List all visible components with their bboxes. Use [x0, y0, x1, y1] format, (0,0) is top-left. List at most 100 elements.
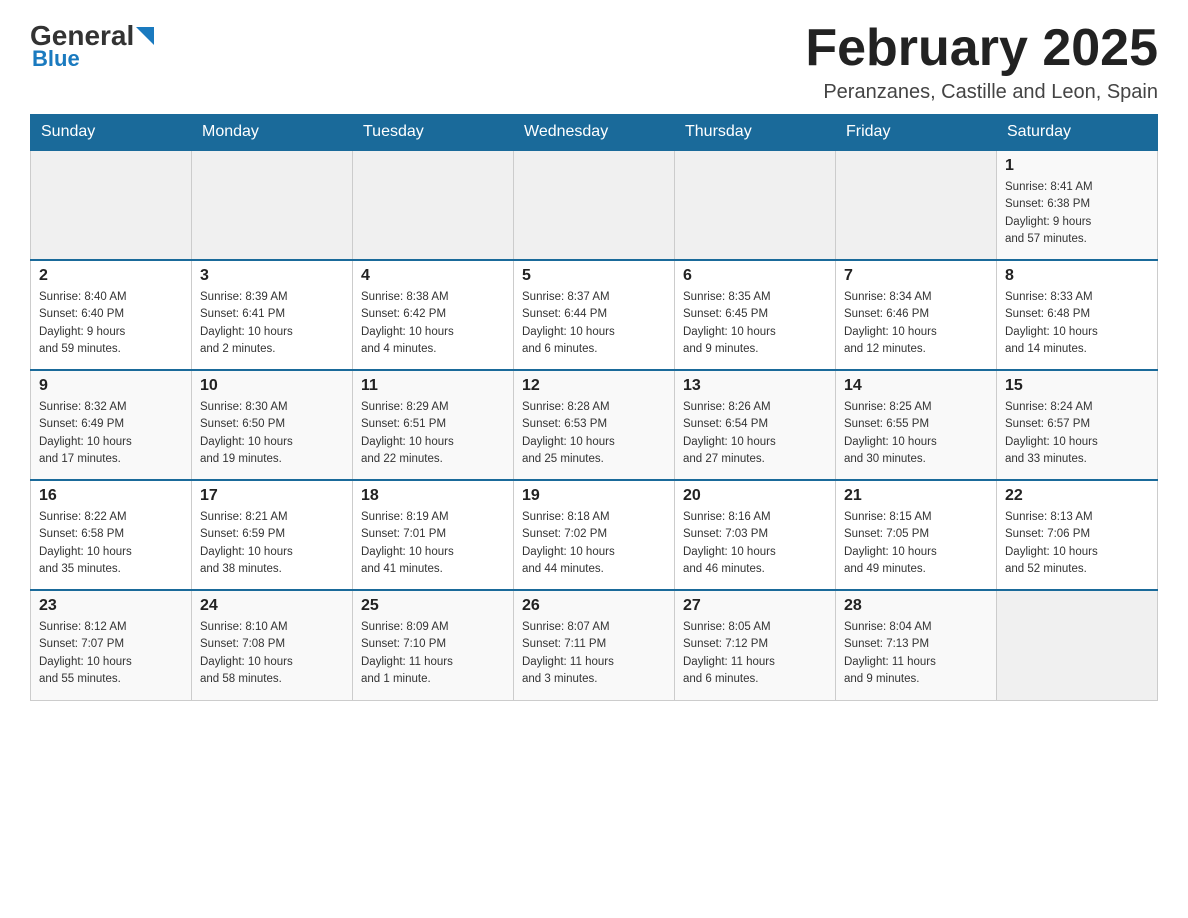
table-row: 25Sunrise: 8:09 AMSunset: 7:10 PMDayligh… — [353, 590, 514, 700]
day-info: Sunrise: 8:18 AMSunset: 7:02 PMDaylight:… — [522, 509, 666, 578]
logo-triangle-icon — [136, 27, 154, 45]
day-number: 18 — [361, 487, 505, 505]
location-title: Peranzanes, Castille and Leon, Spain — [805, 81, 1158, 104]
day-info: Sunrise: 8:22 AMSunset: 6:58 PMDaylight:… — [39, 509, 183, 578]
table-row: 2 Sunrise: 8:40 AMSunset: 6:40 PMDaylight… — [31, 260, 192, 370]
day-info: Sunrise: 8:07 AMSunset: 7:11 PMDaylight:… — [522, 619, 666, 688]
day-info: Sunrise: 8:40 AMSunset: 6:40 PMDaylight:… — [39, 289, 183, 358]
day-info: Sunrise: 8:19 AMSunset: 7:01 PMDaylight:… — [361, 509, 505, 578]
day-number: 21 — [844, 487, 988, 505]
day-number: 1 — [1005, 157, 1149, 175]
table-row: 16 Sunrise: 8:22 AMSunset: 6:58 PMDayligh… — [31, 480, 192, 590]
table-row — [997, 590, 1158, 700]
day-number: 22 — [1005, 487, 1149, 505]
day-info: Sunrise: 8:28 AMSunset: 6:53 PMDaylight:… — [522, 399, 666, 468]
col-friday: Friday — [836, 115, 997, 151]
day-info: Sunrise: 8:12 AMSunset: 7:07 PMDaylight:… — [39, 619, 183, 688]
day-number: 3 — [200, 267, 344, 285]
table-row: 3 Sunrise: 8:39 AMSunset: 6:41 PMDaylight… — [192, 260, 353, 370]
day-info: Sunrise: 8:13 AMSunset: 7:06 PMDaylight:… — [1005, 509, 1149, 578]
day-info: Sunrise: 8:30 AMSunset: 6:50 PMDaylight:… — [200, 399, 344, 468]
day-info: Sunrise: 8:24 AMSunset: 6:57 PMDaylight:… — [1005, 399, 1149, 468]
day-number: 24 — [200, 597, 344, 615]
col-tuesday: Tuesday — [353, 115, 514, 151]
day-info: Sunrise: 8:16 AMSunset: 7:03 PMDaylight:… — [683, 509, 827, 578]
day-info: Sunrise: 8:05 AMSunset: 7:12 PMDaylight:… — [683, 619, 827, 688]
title-block: February 2025 Peranzanes, Castille and L… — [805, 20, 1158, 104]
day-number: 16 — [39, 487, 183, 505]
col-thursday: Thursday — [675, 115, 836, 151]
col-sunday: Sunday — [31, 115, 192, 151]
table-row: 11Sunrise: 8:29 AMSunset: 6:51 PMDayligh… — [353, 370, 514, 480]
table-row: 17 Sunrise: 8:21 AMSunset: 6:59 PMDayligh… — [192, 480, 353, 590]
day-info: Sunrise: 8:34 AMSunset: 6:46 PMDaylight:… — [844, 289, 988, 358]
table-row — [514, 150, 675, 260]
day-number: 17 — [200, 487, 344, 505]
day-number: 15 — [1005, 377, 1149, 395]
table-row: 19Sunrise: 8:18 AMSunset: 7:02 PMDayligh… — [514, 480, 675, 590]
col-monday: Monday — [192, 115, 353, 151]
table-row: 22 Sunrise: 8:13 AMSunset: 7:06 PMDayligh… — [997, 480, 1158, 590]
day-info: Sunrise: 8:29 AMSunset: 6:51 PMDaylight:… — [361, 399, 505, 468]
table-row: 1Sunrise: 8:41 AMSunset: 6:38 PMDaylight… — [997, 150, 1158, 260]
day-number: 23 — [39, 597, 183, 615]
table-row — [836, 150, 997, 260]
col-saturday: Saturday — [997, 115, 1158, 151]
table-row: 5 Sunrise: 8:37 AMSunset: 6:44 PMDaylight… — [514, 260, 675, 370]
table-row — [192, 150, 353, 260]
day-info: Sunrise: 8:35 AMSunset: 6:45 PMDaylight:… — [683, 289, 827, 358]
calendar-week-row: 9Sunrise: 8:32 AMSunset: 6:49 PMDaylight… — [31, 370, 1158, 480]
day-number: 20 — [683, 487, 827, 505]
table-row: 10 Sunrise: 8:30 AMSunset: 6:50 PMDayligh… — [192, 370, 353, 480]
day-number: 9 — [39, 377, 183, 395]
day-number: 28 — [844, 597, 988, 615]
day-info: Sunrise: 8:15 AMSunset: 7:05 PMDaylight:… — [844, 509, 988, 578]
table-row — [353, 150, 514, 260]
day-number: 4 — [361, 267, 505, 285]
table-row: 6 Sunrise: 8:35 AMSunset: 6:45 PMDaylight… — [675, 260, 836, 370]
day-number: 8 — [1005, 267, 1149, 285]
table-row: 12Sunrise: 8:28 AMSunset: 6:53 PMDayligh… — [514, 370, 675, 480]
table-row: 8 Sunrise: 8:33 AMSunset: 6:48 PMDaylight… — [997, 260, 1158, 370]
table-row: 20 Sunrise: 8:16 AMSunset: 7:03 PMDayligh… — [675, 480, 836, 590]
table-row: 9Sunrise: 8:32 AMSunset: 6:49 PMDaylight… — [31, 370, 192, 480]
day-info: Sunrise: 8:10 AMSunset: 7:08 PMDaylight:… — [200, 619, 344, 688]
day-info: Sunrise: 8:38 AMSunset: 6:42 PMDaylight:… — [361, 289, 505, 358]
day-info: Sunrise: 8:21 AMSunset: 6:59 PMDaylight:… — [200, 509, 344, 578]
table-row — [675, 150, 836, 260]
day-info: Sunrise: 8:04 AMSunset: 7:13 PMDaylight:… — [844, 619, 988, 688]
page-header: General Blue February 2025 Peranzanes, C… — [30, 20, 1158, 104]
table-row: 28 Sunrise: 8:04 AMSunset: 7:13 PMDayligh… — [836, 590, 997, 700]
table-row: 7 Sunrise: 8:34 AMSunset: 6:46 PMDaylight… — [836, 260, 997, 370]
table-row: 26Sunrise: 8:07 AMSunset: 7:11 PMDayligh… — [514, 590, 675, 700]
table-row: 4 Sunrise: 8:38 AMSunset: 6:42 PMDaylight… — [353, 260, 514, 370]
day-info: Sunrise: 8:37 AMSunset: 6:44 PMDaylight:… — [522, 289, 666, 358]
table-row: 13Sunrise: 8:26 AMSunset: 6:54 PMDayligh… — [675, 370, 836, 480]
day-number: 7 — [844, 267, 988, 285]
calendar-week-row: 16 Sunrise: 8:22 AMSunset: 6:58 PMDayligh… — [31, 480, 1158, 590]
table-row: 14Sunrise: 8:25 AMSunset: 6:55 PMDayligh… — [836, 370, 997, 480]
day-info: Sunrise: 8:09 AMSunset: 7:10 PMDaylight:… — [361, 619, 505, 688]
day-number: 10 — [200, 377, 344, 395]
calendar-table: Sunday Monday Tuesday Wednesday Thursday… — [30, 114, 1158, 701]
table-row: 21 Sunrise: 8:15 AMSunset: 7:05 PMDayligh… — [836, 480, 997, 590]
table-row — [31, 150, 192, 260]
month-title: February 2025 — [805, 20, 1158, 77]
logo-blue-text: Blue — [30, 46, 80, 72]
table-row: 24 Sunrise: 8:10 AMSunset: 7:08 PMDayligh… — [192, 590, 353, 700]
table-row: 18 Sunrise: 8:19 AMSunset: 7:01 PMDayligh… — [353, 480, 514, 590]
day-info: Sunrise: 8:39 AMSunset: 6:41 PMDaylight:… — [200, 289, 344, 358]
day-info: Sunrise: 8:33 AMSunset: 6:48 PMDaylight:… — [1005, 289, 1149, 358]
col-wednesday: Wednesday — [514, 115, 675, 151]
day-number: 5 — [522, 267, 666, 285]
day-number: 13 — [683, 377, 827, 395]
day-number: 27 — [683, 597, 827, 615]
calendar-week-row: 23 Sunrise: 8:12 AMSunset: 7:07 PMDayligh… — [31, 590, 1158, 700]
calendar-week-row: 1Sunrise: 8:41 AMSunset: 6:38 PMDaylight… — [31, 150, 1158, 260]
day-number: 6 — [683, 267, 827, 285]
table-row: 15 Sunrise: 8:24 AMSunset: 6:57 PMDayligh… — [997, 370, 1158, 480]
day-number: 14 — [844, 377, 988, 395]
day-number: 2 — [39, 267, 183, 285]
table-row: 27 Sunrise: 8:05 AMSunset: 7:12 PMDayligh… — [675, 590, 836, 700]
table-row: 23 Sunrise: 8:12 AMSunset: 7:07 PMDayligh… — [31, 590, 192, 700]
